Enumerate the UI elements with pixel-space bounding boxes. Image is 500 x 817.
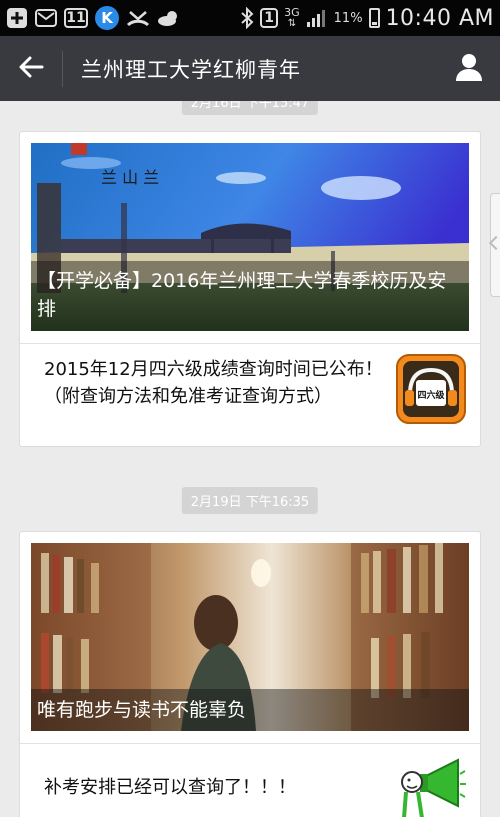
cover-sign-text: 兰 山 兰 — [101, 168, 159, 187]
battery-icon — [368, 8, 380, 28]
sub-article-item[interactable]: 补考安排已经可以查询了！！！ — [20, 743, 480, 817]
article-cover[interactable]: 唯有跑步与读书不能辜负 — [31, 543, 469, 731]
bluetooth-icon — [240, 7, 254, 29]
arrow-left-icon — [18, 55, 44, 83]
sub-article-title: 2015年12月四六级成绩查询时间已公布！（附查询方法和免准考证查询方式） — [44, 359, 383, 407]
battery-percent: 11% — [333, 10, 363, 26]
cet-headphones-thumbnail: 四六级 — [396, 354, 466, 424]
thumbnail-text: 四六级 — [417, 389, 445, 401]
message-timestamp: 2月19日 下午16:35 — [181, 487, 319, 514]
article-card: 唯有跑步与读书不能辜负 补考安排已经可以查询了！！！ — [19, 531, 481, 817]
clock: 10:40 AM — [385, 5, 494, 31]
side-drawer-handle[interactable] — [490, 193, 500, 297]
status-bar: 11 K 1 3G ⇅ 11% 10:40 AM — [0, 0, 500, 36]
cover-title: 唯有跑步与读书不能辜负 — [31, 689, 469, 731]
sim-card-icon: 1 — [260, 8, 279, 28]
article-cover[interactable]: 兰 山 兰 【开学必备】2016年兰州理工大学春季校历及安排 — [31, 143, 469, 331]
app-k-icon: K — [95, 6, 119, 30]
signal-icon — [306, 8, 328, 28]
network-type-icon: 3G ⇅ — [284, 6, 300, 29]
sub-article-title: 补考安排已经可以查询了！！！ — [44, 777, 296, 798]
cover-title: 【开学必备】2016年兰州理工大学春季校历及安排 — [31, 261, 469, 331]
notification-badge-icon: 11 — [64, 8, 88, 28]
weather-cloud-icon — [157, 9, 181, 27]
article-card: 兰 山 兰 【开学必备】2016年兰州理工大学春季校历及安排 2015年12月四… — [19, 131, 481, 447]
network-type-label: 3G — [284, 6, 300, 19]
back-button[interactable] — [0, 36, 62, 101]
missed-call-icon — [126, 8, 150, 28]
plus-box-icon — [6, 7, 28, 29]
title-divider — [62, 50, 63, 87]
megaphone-thumbnail — [396, 754, 466, 817]
message-feed[interactable]: 2月16日 下午15:47 兰 山 兰 【开学必备】2016年兰州理工大学春季校… — [0, 101, 500, 817]
mail-icon — [35, 8, 57, 28]
sub-article-item[interactable]: 2015年12月四六级成绩查询时间已公布！（附查询方法和免准考证查询方式） 四六… — [20, 343, 480, 447]
message-timestamp: 2月16日 下午15:47 — [181, 101, 319, 115]
person-icon — [454, 52, 484, 86]
title-bar: 兰州理工大学红柳青年 — [0, 36, 500, 101]
profile-button[interactable] — [438, 36, 500, 101]
page-title: 兰州理工大学红柳青年 — [81, 57, 301, 82]
